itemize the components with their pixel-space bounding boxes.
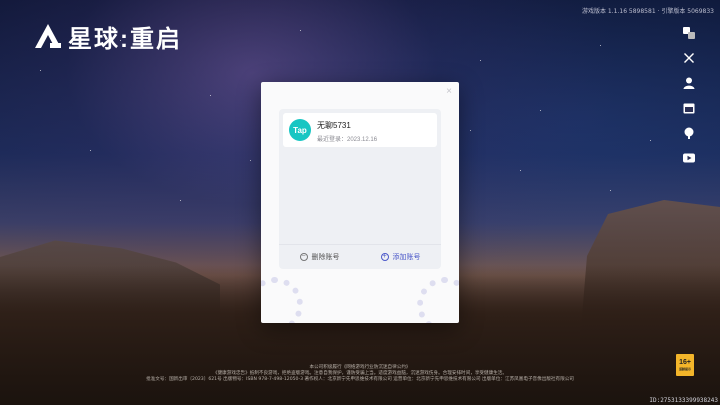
game-logo: 星球:重启 <box>34 22 182 53</box>
account-name: 无聊5731 <box>317 121 351 130</box>
minus-circle-icon: − <box>299 253 308 261</box>
add-account-label: 添加账号 <box>392 254 421 261</box>
close-icon[interactable]: × <box>444 87 454 97</box>
account-list-panel: Tap 无聊5731 最近登录：2023.12.16 − 删除账号 + 添加账号 <box>279 109 441 269</box>
age-rating-label: 适龄提示 <box>678 367 691 371</box>
add-account-button[interactable]: + 添加账号 <box>380 252 421 262</box>
last-login: 最近登录：2023.12.16 <box>317 137 378 143</box>
support-icon[interactable] <box>682 126 696 140</box>
version-info: 游戏版本 1.1.16 5898581 · 引擎版本 5069833 <box>582 8 714 15</box>
decoration-right <box>417 277 459 323</box>
footer-line-3: 批准文号：国新出审〔2023〕621号 出版物号：ISBN 978-7-498-… <box>146 377 574 382</box>
account-card[interactable]: Tap 无聊5731 最近登录：2023.12.16 <box>283 113 437 147</box>
delete-account-button[interactable]: − 删除账号 <box>299 252 340 262</box>
account-dialog: × Tap 无聊5731 最近登录：2023.12.16 − 删除账号 + 添加… <box>261 82 459 323</box>
user-id: ID:2753133399938243 <box>649 397 718 404</box>
tools-icon[interactable] <box>682 51 696 65</box>
translate-icon[interactable] <box>682 26 696 40</box>
footer-notice: 本公司积极履行《网络游戏行业防沉迷自律公约》 《健康游戏忠告》抵制不良游戏，拒绝… <box>0 365 720 383</box>
decoration-left <box>261 277 303 323</box>
age-rating-number: 16+ <box>679 359 691 366</box>
side-toolbar <box>682 26 696 165</box>
logo-mark-icon <box>35 24 61 48</box>
age-rating-badge: 16+ 适龄提示 <box>676 354 694 376</box>
calendar-icon[interactable] <box>682 101 696 115</box>
user-icon[interactable] <box>682 76 696 90</box>
account-actions: − 删除账号 + 添加账号 <box>279 244 441 269</box>
tap-logo-icon: Tap <box>289 119 311 141</box>
video-icon[interactable] <box>682 151 696 165</box>
logo-text: 星球:重启 <box>68 25 182 53</box>
delete-account-label: 删除账号 <box>311 254 340 261</box>
plus-circle-icon: + <box>380 253 389 261</box>
